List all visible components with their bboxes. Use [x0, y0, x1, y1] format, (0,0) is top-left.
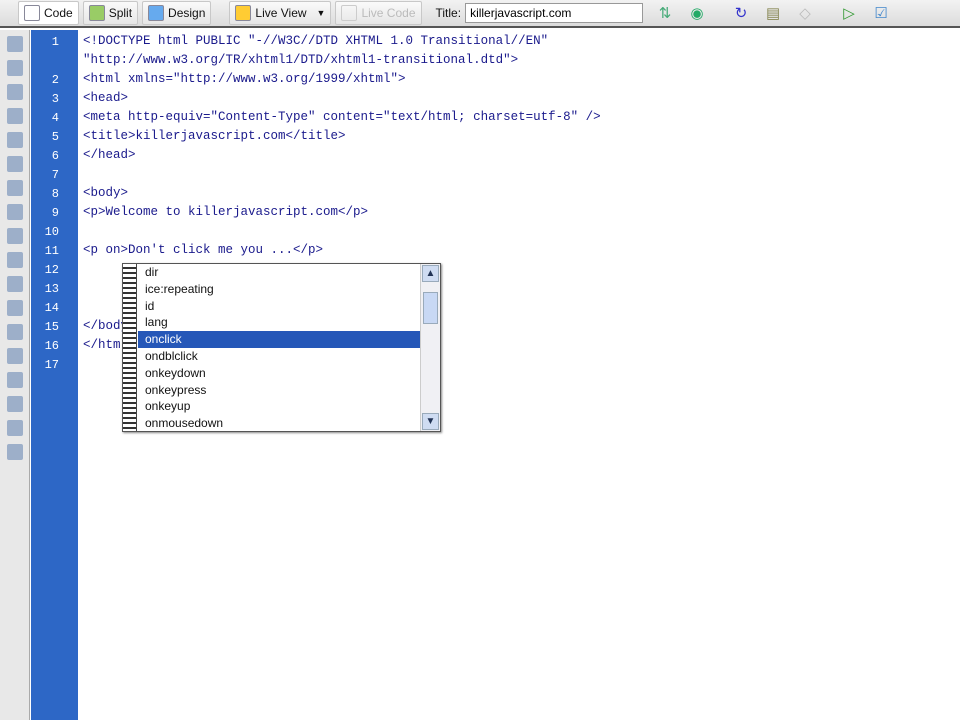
- scroll-down-icon[interactable]: ▼: [422, 413, 439, 430]
- title-label: Title:: [435, 6, 462, 20]
- format-source-icon[interactable]: [7, 444, 23, 460]
- open-documents-icon[interactable]: [7, 36, 23, 52]
- preview-browser-icon[interactable]: ◉: [687, 4, 707, 22]
- select-parent-tag-icon[interactable]: [7, 156, 23, 172]
- hint-item[interactable]: onkeydown: [138, 365, 420, 382]
- live-view-icon: [235, 5, 252, 21]
- line-number: 15: [44, 320, 59, 334]
- line-number-gutter: 1 2 3 4 5 6 7 8 9 10 11 12 13 14 15 16 17: [31, 30, 78, 720]
- document-toolbar: Code Split Design Live View ▼ Live Code T…: [0, 0, 960, 28]
- live-code-icon: [341, 5, 358, 21]
- split-icon: [88, 5, 105, 21]
- line-number: 10: [44, 225, 59, 239]
- line-number: 4: [51, 111, 59, 125]
- line-number: 14: [44, 301, 59, 315]
- collapse-full-tag-icon[interactable]: [7, 84, 23, 100]
- hint-item[interactable]: id: [138, 298, 420, 315]
- scroll-up-icon[interactable]: ▲: [422, 265, 439, 282]
- coding-toolbar: [0, 30, 30, 720]
- popup-scrollbar[interactable]: ▲ ▼: [420, 264, 440, 431]
- line-number: 11: [44, 244, 59, 258]
- hint-item[interactable]: dir: [138, 264, 420, 281]
- hint-item[interactable]: ice:repeating: [138, 281, 420, 298]
- indent-code-icon[interactable]: [7, 396, 23, 412]
- balance-braces-icon[interactable]: [7, 180, 23, 196]
- line-number: 9: [51, 206, 59, 220]
- line-number: 12: [44, 263, 59, 277]
- hint-item[interactable]: onkeypress: [138, 382, 420, 399]
- live-code-button[interactable]: Live Code: [335, 1, 422, 25]
- code-line: <p>Welcome to killerjavascript.com</p>: [83, 205, 369, 219]
- hint-item[interactable]: onkeyup: [138, 398, 420, 415]
- split-label: Split: [108, 6, 133, 20]
- code-line: </head>: [83, 148, 136, 162]
- show-code-navigator-icon[interactable]: [7, 60, 23, 76]
- line-number: 5: [51, 130, 59, 144]
- highlight-invalid-code-icon[interactable]: [7, 228, 23, 244]
- line-number: 2: [51, 73, 59, 87]
- chevron-down-icon[interactable]: ▼: [317, 8, 326, 18]
- code-view-button[interactable]: Code: [18, 1, 79, 25]
- design-label: Design: [168, 6, 206, 20]
- line-number: 6: [51, 149, 59, 163]
- remove-comment-icon[interactable]: [7, 300, 23, 316]
- view-options-icon[interactable]: ▤: [763, 4, 783, 22]
- outdent-code-icon[interactable]: [7, 420, 23, 436]
- expand-all-icon[interactable]: [7, 132, 23, 148]
- check-page-icon[interactable]: ☑: [871, 4, 891, 22]
- hint-item[interactable]: ondblclick: [138, 348, 420, 365]
- syntax-error-icon[interactable]: [7, 252, 23, 268]
- code-line: <head>: [83, 91, 129, 105]
- line-number: 13: [44, 282, 59, 296]
- code-line: <!DOCTYPE html PUBLIC "-//W3C//DTD XHTML…: [83, 34, 549, 48]
- recent-snippets-icon[interactable]: [7, 348, 23, 364]
- scroll-thumb[interactable]: [423, 292, 438, 324]
- code-line: <meta http-equiv="Content-Type" content=…: [83, 110, 601, 124]
- design-view-button[interactable]: Design: [142, 1, 212, 25]
- collapse-selection-icon[interactable]: [7, 108, 23, 124]
- code-icon: [24, 5, 40, 21]
- code-line: "http://www.w3.org/TR/xhtml1/DTD/xhtml1-…: [83, 53, 519, 67]
- code-line: <body>: [83, 186, 129, 200]
- line-number: 16: [44, 339, 59, 353]
- code-label: Code: [44, 6, 73, 20]
- apply-comment-icon[interactable]: [7, 276, 23, 292]
- split-view-button[interactable]: Split: [82, 1, 139, 25]
- title-input[interactable]: [465, 3, 644, 23]
- code-hint-popup[interactable]: dir ice:repeating id lang onclick ondblclick o…: [122, 263, 441, 432]
- code-line: <p on>Don't click me you ...</p>: [83, 243, 324, 257]
- line-numbers-icon[interactable]: [7, 204, 23, 220]
- hint-item[interactable]: lang: [138, 314, 420, 331]
- live-code-label: Live Code: [361, 6, 416, 20]
- validate-icon[interactable]: ▷: [839, 4, 859, 22]
- live-view-label: Live View: [255, 6, 307, 20]
- attribute-icons-strip: [123, 264, 137, 431]
- visual-aids-icon[interactable]: ◇: [795, 4, 815, 22]
- line-number: 17: [44, 358, 59, 372]
- wrap-tag-icon[interactable]: [7, 324, 23, 340]
- design-icon: [148, 5, 165, 21]
- move-css-icon[interactable]: [7, 372, 23, 388]
- hint-item[interactable]: onclick: [138, 331, 420, 349]
- line-number: 3: [51, 92, 59, 106]
- line-number: 8: [51, 187, 59, 201]
- file-management-icon[interactable]: ⇅: [655, 4, 675, 22]
- line-number: 1: [51, 35, 59, 49]
- line-number: 7: [51, 168, 59, 182]
- refresh-icon[interactable]: ↻: [731, 4, 751, 22]
- code-line: <title>killerjavascript.com</title>: [83, 129, 346, 143]
- code-line: <html xmlns="http://www.w3.org/1999/xhtm…: [83, 72, 406, 86]
- hint-item[interactable]: onmousedown: [138, 415, 420, 432]
- live-view-button[interactable]: Live View ▼: [229, 1, 332, 25]
